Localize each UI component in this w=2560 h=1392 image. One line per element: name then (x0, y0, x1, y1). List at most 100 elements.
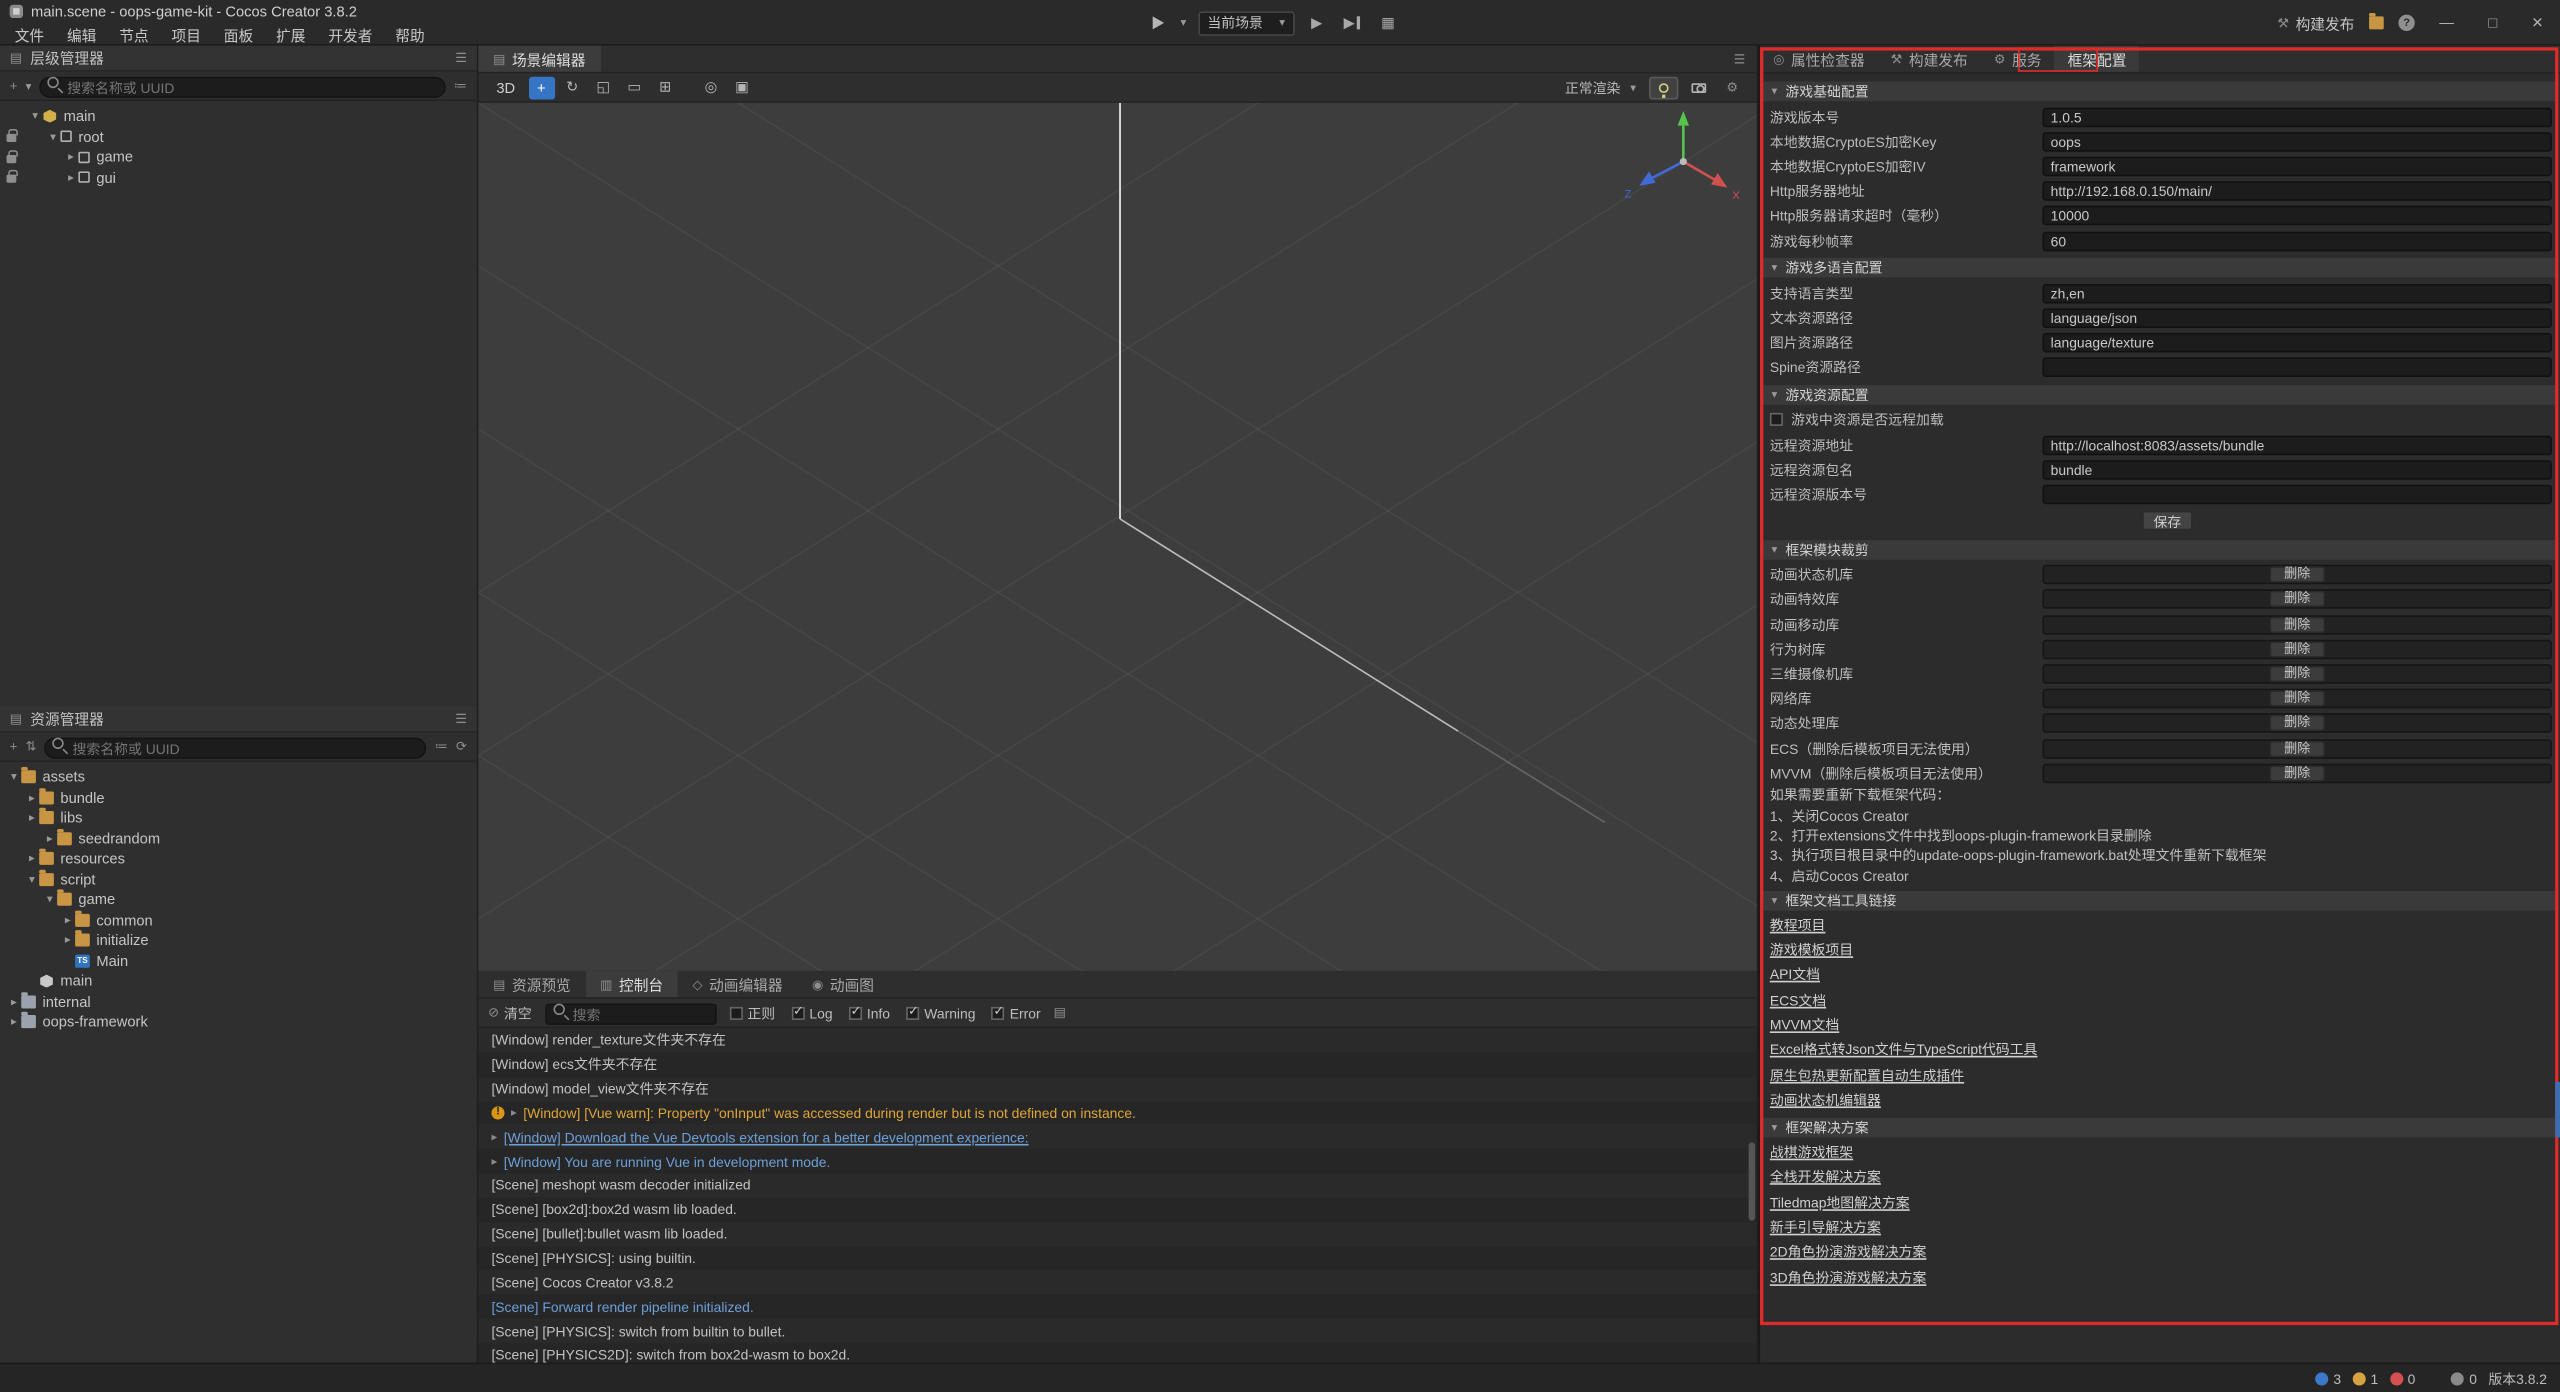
hierarchy-tree-row[interactable]: root (0, 126, 477, 146)
tree-expand-arrow-icon[interactable] (42, 893, 57, 906)
tab-scene-editor[interactable]: 场景编辑器 (478, 46, 600, 72)
menu-item[interactable]: 帮助 (384, 23, 436, 47)
doc-link[interactable]: 游戏模板项目 (1760, 938, 2560, 963)
hierarchy-tree-row[interactable]: game (0, 147, 477, 167)
render-mode-dropdown[interactable]: 正常渲染 ▾ (1557, 78, 1644, 98)
menu-item[interactable]: 开发者 (317, 23, 384, 47)
text-field[interactable] (2043, 358, 2552, 378)
inspector-tab[interactable]: 服务 (1981, 46, 2055, 72)
rect-tool-icon[interactable]: ▭ (621, 76, 647, 99)
solution-link[interactable]: 全栈开发解决方案 (1760, 1166, 2560, 1191)
text-field[interactable]: language/json (2043, 308, 2552, 328)
assets-tree-row[interactable]: assets (0, 767, 477, 787)
assets-tree-row[interactable]: common (0, 910, 477, 930)
lock-icon[interactable] (6, 134, 16, 142)
tree-expand-arrow-icon[interactable] (64, 171, 79, 184)
text-field[interactable]: http://192.168.0.150/main/ (2043, 181, 2552, 201)
assets-filter-icon[interactable]: ≔ (435, 739, 448, 754)
text-field[interactable]: 10000 (2043, 206, 2552, 226)
menu-item[interactable]: 项目 (160, 23, 212, 47)
open-project-folder-icon[interactable] (2369, 16, 2384, 29)
solution-link[interactable]: 新手引导解决方案 (1760, 1216, 2560, 1241)
remote-load-checkbox[interactable] (1770, 414, 1783, 427)
layout-grid-icon[interactable]: ▦ (1376, 12, 1400, 33)
error-count-indicator[interactable]: 0 (2390, 1370, 2416, 1386)
log-row[interactable]: [Scene] meshopt wasm decoder initialized (478, 1173, 1756, 1197)
log-row[interactable]: [Scene] [PHYSICS]: switch from builtin t… (478, 1319, 1756, 1343)
tree-expand-arrow-icon[interactable] (60, 913, 75, 926)
tree-expand-arrow-icon[interactable] (24, 811, 39, 824)
doc-link[interactable]: API文档 (1760, 963, 2560, 988)
console-filter-checkbox[interactable]: Error (992, 1003, 1041, 1023)
text-field[interactable]: oops (2043, 132, 2552, 152)
console-tab[interactable]: 动画图 (797, 971, 888, 997)
platform-caret-icon[interactable]: ▾ (1180, 16, 1186, 29)
assets-tree-row[interactable]: Main (0, 951, 477, 971)
tree-expand-arrow-icon[interactable] (42, 832, 57, 845)
tree-expand-arrow-icon[interactable] (7, 771, 22, 784)
lock-icon[interactable] (6, 155, 16, 163)
solution-link[interactable]: 3D角色扮演游戏解决方案 (1760, 1266, 2560, 1291)
text-field[interactable]: bundle (2043, 460, 2552, 480)
inspector-tab[interactable]: 属性检查器 (1760, 46, 1878, 72)
hamburger-menu-icon[interactable]: ☰ (455, 712, 467, 727)
console-scrollbar[interactable] (1749, 1142, 1756, 1220)
delete-module-button[interactable]: 删除 (2269, 691, 2325, 707)
sort-icon[interactable]: ⇅ (26, 739, 37, 754)
log-row[interactable]: [Window] You are running Vue in developm… (478, 1149, 1756, 1173)
tree-expand-arrow-icon[interactable] (24, 791, 39, 804)
scene-camera-button[interactable] (1683, 76, 1712, 99)
checkbox[interactable] (791, 1006, 804, 1019)
scene-settings-button[interactable]: ⚙ (1718, 76, 1747, 99)
snap-tool-icon[interactable]: ⊞ (652, 76, 678, 99)
world-space-toggle-icon[interactable]: ◎ (698, 76, 724, 99)
help-icon[interactable]: ? (2398, 15, 2414, 31)
text-field[interactable]: language/texture (2043, 333, 2552, 353)
assets-tree-row[interactable]: main (0, 971, 477, 991)
checkbox[interactable] (906, 1006, 919, 1019)
assets-tree-row[interactable]: libs (0, 808, 477, 828)
assets-tree-row[interactable]: resources (0, 849, 477, 869)
hierarchy-tree-row[interactable]: main (0, 106, 477, 126)
delete-module-button[interactable]: 删除 (2269, 641, 2325, 657)
inspector-tab[interactable]: 框架配置 (2055, 46, 2140, 72)
assets-tree-row[interactable]: bundle (0, 787, 477, 807)
scale-tool-icon[interactable]: ◱ (590, 76, 616, 99)
assets-search-input[interactable] (45, 738, 427, 759)
warning-count-indicator[interactable]: 1 (2353, 1370, 2379, 1386)
move-tool-icon[interactable]: + (528, 76, 554, 99)
log-row[interactable]: [Scene] [box2d]:box2d wasm lib loaded. (478, 1198, 1756, 1222)
tree-expand-arrow-icon[interactable] (7, 995, 22, 1008)
assets-tree-row[interactable]: oops-framework (0, 1012, 477, 1032)
tree-expand-arrow-icon[interactable] (24, 873, 39, 886)
expand-arrow-icon[interactable] (491, 1155, 497, 1168)
console-tab[interactable]: 动画编辑器 (678, 971, 797, 997)
toggle-3d-button[interactable]: 3D (488, 78, 523, 98)
console-search-input[interactable] (545, 1004, 716, 1025)
message-count-indicator[interactable]: 0 (2451, 1370, 2477, 1386)
delete-module-button[interactable]: 删除 (2269, 616, 2325, 632)
checkbox[interactable] (849, 1006, 862, 1019)
log-row[interactable]: [Window] ecs文件夹不存在 (478, 1052, 1756, 1076)
doc-link[interactable]: 动画状态机编辑器 (1760, 1088, 2560, 1113)
section-header-resources[interactable]: ▾ 游戏资源配置 (1762, 385, 2559, 405)
log-row[interactable]: [Window] Download the Vue Devtools exten… (478, 1125, 1756, 1149)
add-asset-icon[interactable]: + (10, 739, 18, 754)
delete-module-button[interactable]: 删除 (2269, 715, 2325, 731)
tree-expand-arrow-icon[interactable] (46, 130, 61, 143)
close-button[interactable]: ✕ (2522, 14, 2554, 32)
checkbox[interactable] (992, 1006, 1005, 1019)
section-header-basic[interactable]: ▾ 游戏基础配置 (1762, 82, 2559, 102)
console-tab[interactable]: 控制台 (585, 971, 677, 997)
maximize-button[interactable]: □ (2478, 15, 2506, 31)
delete-module-button[interactable]: 删除 (2269, 740, 2325, 756)
assets-tree-row[interactable]: internal (0, 991, 477, 1011)
expand-arrow-icon[interactable] (491, 1131, 497, 1144)
add-node-icon[interactable]: + (10, 78, 18, 93)
solution-link[interactable]: 2D角色扮演游戏解决方案 (1760, 1241, 2560, 1266)
expand-arrow-icon[interactable] (511, 1106, 517, 1119)
hierarchy-tree-row[interactable]: gui (0, 167, 477, 187)
log-row[interactable]: [Scene] Cocos Creator v3.8.2 (478, 1270, 1756, 1294)
doc-link[interactable]: Excel格式转Json文件与TypeScript代码工具 (1760, 1038, 2560, 1063)
delete-module-button[interactable]: 删除 (2269, 591, 2325, 607)
